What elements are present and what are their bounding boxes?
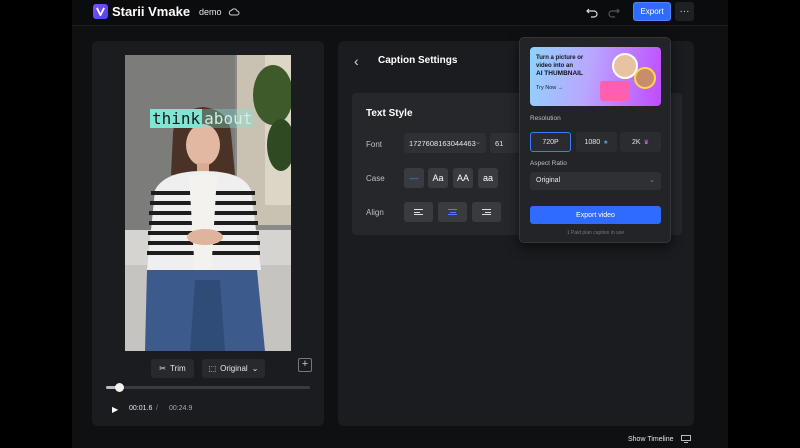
aspect-ratio-label: Aspect Ratio [530,160,567,167]
case-label: Case [366,174,385,183]
promo-line1: Turn a picture or [536,55,584,61]
resolution-2k-button[interactable]: 2K ♛ [620,132,661,152]
align-left-icon [414,208,423,217]
resolution-1080-label: 1080 [584,138,601,146]
resolution-1080-button[interactable]: 1080 ★ [576,132,617,152]
time-separator: / [156,405,158,412]
scissors-icon: ✂ [159,364,166,373]
paid-plan-note: 1 Paid plan caption in use [566,230,625,236]
promo-line2: video into an [536,62,574,69]
align-label: Align [366,208,384,217]
premium-crown-icon: ♛ [643,139,649,146]
trim-button[interactable]: ✂ Trim [151,359,194,378]
promo-face-image [634,67,656,89]
chevron-down-icon: ⌄ [475,139,481,146]
aspect-ratio-select[interactable]: Original ⌄ [530,172,661,190]
chevron-down-icon: ⌄ [649,177,655,184]
app-logo-icon [93,4,108,19]
case-option-lowercase[interactable]: aa [478,168,498,188]
redo-icon[interactable] [607,5,621,19]
caption-overlay[interactable]: think about [150,108,255,130]
font-value: 1727608163044463 [409,139,476,148]
font-size-input[interactable]: 61 [490,133,520,153]
align-center-button[interactable] [438,202,467,222]
promo-thumbnail-image [600,81,630,101]
back-chevron-icon[interactable]: ‹ [354,53,359,69]
video-preview[interactable]: think about [125,55,291,351]
ratio-label: Original [220,364,248,373]
case-option-capitalize[interactable]: Aa [428,168,448,188]
export-popup: Turn a picture or video into an AI THUMB… [519,37,671,243]
trim-label: Trim [170,364,186,373]
playback-slider-thumb[interactable] [115,383,125,392]
caption-word-active: think [150,109,203,128]
align-center-icon [448,208,457,217]
crop-icon: ⬚ [208,364,217,373]
promo-text: Turn a picture or video into an AI THUMB… [536,55,583,78]
aspect-ratio-value: Original [536,177,561,184]
app-name: Starii Vmake [112,4,191,19]
app-window: Starii Vmake demo Export ··· think about… [72,0,728,448]
resolution-720p-label: 720P [542,138,559,146]
undo-icon[interactable] [585,5,599,19]
preview-panel: think about ✂ Trim ⬚ Original ⌄ + ▶ 00:01… [92,41,324,426]
premium-star-icon: ★ [603,139,609,146]
text-style-title: Text Style [366,108,413,119]
project-name[interactable]: demo [199,7,222,17]
timeline-icon[interactable] [681,435,691,444]
resolution-2k-label: 2K [632,138,641,146]
font-select[interactable]: 1727608163044463 ⌄ [404,133,486,153]
ratio-dropdown[interactable]: ⬚ Original ⌄ [202,359,265,378]
case-option-none[interactable]: — [404,168,424,188]
cloud-sync-icon[interactable] [228,6,240,18]
font-label: Font [366,140,383,149]
video-frame-image [125,55,291,351]
align-right-icon [482,208,491,217]
resolution-720p-button[interactable]: 720P [530,132,571,152]
play-icon[interactable]: ▶ [112,405,118,414]
promo-try-now-link[interactable]: Try Now → [536,85,563,91]
case-option-uppercase[interactable]: AA [453,168,473,188]
more-options-button[interactable]: ··· [675,2,694,21]
total-time: 00:24.9 [169,405,193,412]
export-button[interactable]: Export [633,2,671,21]
promo-highlight: AI THUMBNAIL [536,70,583,77]
playback-slider[interactable] [106,383,310,392]
add-button[interactable]: + [298,358,312,372]
caption-word-next: about [202,109,255,128]
chevron-down-icon: ⌄ [251,364,259,373]
export-video-button[interactable]: Export video [530,206,661,224]
show-timeline-label[interactable]: Show Timeline [628,436,674,443]
font-size-value: 61 [495,139,504,148]
top-bar: Starii Vmake demo Export ··· [72,0,728,26]
caption-settings-title: Caption Settings [378,55,458,66]
align-left-button[interactable] [404,202,433,222]
ai-thumbnail-promo-banner[interactable]: Turn a picture or video into an AI THUMB… [530,47,661,106]
resolution-label: Resolution [530,115,561,122]
current-time: 00:01.6 [129,405,153,412]
align-right-button[interactable] [472,202,501,222]
